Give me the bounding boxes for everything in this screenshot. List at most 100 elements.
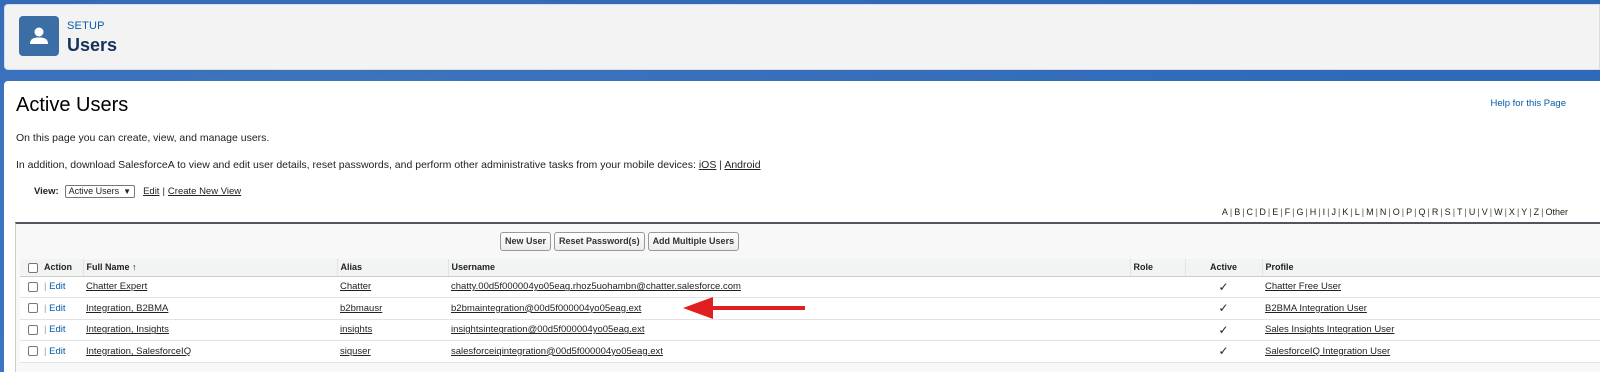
add-multiple-users-button[interactable]: Add Multiple Users — [647, 232, 740, 251]
edit-view-link[interactable]: Edit — [143, 186, 159, 197]
alphabet-letter-j[interactable]: J — [1332, 207, 1337, 217]
alphabet-letter-m[interactable]: M — [1366, 207, 1374, 217]
row-checkbox[interactable] — [28, 281, 38, 292]
full-name-link[interactable]: Integration, SalesforceIQ — [86, 346, 191, 357]
android-link[interactable]: Android — [724, 159, 760, 171]
alphabet-letter-other[interactable]: Other — [1545, 207, 1568, 217]
alphabet-letter-r[interactable]: R — [1432, 207, 1439, 217]
table-row: | Edit Integration, Insights insights insig… — [20, 319, 1600, 341]
alphabet-letter-d[interactable]: D — [1259, 207, 1266, 217]
list-buttons: New User Reset Password(s) Add Multiple … — [500, 232, 740, 251]
profile-link[interactable]: SalesforceIQ Integration User — [1265, 346, 1390, 357]
view-select[interactable]: Active Users ▼ — [64, 185, 136, 198]
table-row: | Edit Chatter Expert Chatter chatty.00d5f0… — [20, 276, 1600, 298]
view-row: View: Active Users ▼ Edit | Create New Vi… — [34, 185, 241, 198]
edit-link[interactable]: Edit — [49, 346, 65, 357]
select-all-checkbox[interactable] — [28, 262, 38, 273]
username-link[interactable]: b2bmaintegration@00d5f000004yo05eag.ext — [451, 303, 641, 314]
user-icon — [19, 16, 59, 56]
alphabet-separator: | — [1255, 207, 1258, 217]
full-name-link[interactable]: Chatter Expert — [86, 281, 147, 292]
username-link[interactable]: salesforceiqintegration@00d5f000004yo05e… — [451, 346, 663, 357]
create-view-link[interactable]: Create New View — [168, 186, 241, 197]
alphabet-separator: | — [1516, 207, 1520, 217]
username-link[interactable]: insightsintegration@00d5f000004yo05eag.e… — [451, 324, 644, 335]
alphabet-separator: | — [1477, 207, 1480, 217]
username-column-header[interactable]: Username — [447, 259, 1130, 277]
page-description: On this page you can create, view, and m… — [16, 132, 270, 144]
alphabet-letter-g[interactable]: G — [1296, 207, 1303, 217]
view-selected: Active Users — [68, 186, 120, 196]
edit-link[interactable]: Edit — [49, 303, 65, 314]
alphabet-letter-n[interactable]: N — [1380, 207, 1387, 217]
alphabet-letter-f[interactable]: F — [1285, 207, 1291, 217]
alphabet-separator: | — [1489, 207, 1493, 217]
reset-password-button[interactable]: Reset Password(s) — [554, 232, 645, 251]
alphabet-separator: | — [1229, 207, 1233, 217]
alphabet-letter-e[interactable]: E — [1272, 207, 1278, 217]
ios-link[interactable]: iOS — [699, 159, 717, 171]
table-row: | Edit Integration, SalesforceIQ siquser sa… — [20, 340, 1600, 363]
alphabet-letter-k[interactable]: K — [1342, 207, 1348, 217]
alphabet-letter-q[interactable]: Q — [1418, 207, 1425, 217]
role-cell — [1130, 319, 1185, 341]
profile-column-header[interactable]: Profile — [1261, 259, 1600, 277]
action-separator: | — [44, 302, 47, 314]
alphabet-letter-b[interactable]: B — [1234, 207, 1240, 217]
role-cell — [1130, 297, 1185, 320]
alphabet-letter-x[interactable]: X — [1509, 207, 1515, 217]
full-name-column-header[interactable]: Full Name ↑ — [82, 259, 337, 277]
role-cell — [1130, 276, 1185, 298]
alphabet-separator: | — [1440, 207, 1443, 217]
role-column-header[interactable]: Role — [1129, 259, 1185, 277]
alphabet-separator: | — [1361, 207, 1365, 217]
alphabet-letter-v[interactable]: V — [1482, 207, 1488, 217]
alias-column-header[interactable]: Alias — [336, 259, 448, 277]
alias-link[interactable]: Chatter — [340, 281, 371, 292]
profile-link[interactable]: Chatter Free User — [1265, 281, 1341, 292]
alphabet-letter-l[interactable]: L — [1355, 207, 1360, 217]
table-header-row: Action Full Name ↑ Alias Username Role A… — [20, 259, 1600, 277]
row-checkbox[interactable] — [28, 346, 38, 357]
alphabet-letter-z[interactable]: Z — [1534, 207, 1540, 217]
help-link[interactable]: Help for this Page — [1490, 98, 1566, 109]
alias-link[interactable]: insights — [340, 324, 372, 335]
setup-header: SETUP Users — [4, 4, 1600, 70]
edit-link[interactable]: Edit — [49, 281, 65, 292]
active-check-icon: ✓ — [1185, 319, 1262, 341]
edit-link[interactable]: Edit — [49, 324, 65, 335]
alphabet-separator: | — [1318, 207, 1321, 217]
action-separator: | — [44, 345, 47, 357]
alphabet-letter-o[interactable]: O — [1393, 207, 1400, 217]
profile-link[interactable]: B2BMA Integration User — [1265, 303, 1367, 314]
alphabet-letter-a[interactable]: A — [1222, 207, 1228, 217]
alphabet-letter-c[interactable]: C — [1247, 207, 1254, 217]
new-user-button[interactable]: New User — [500, 232, 552, 251]
alias-link[interactable]: b2bmausr — [340, 303, 382, 314]
full-name-link[interactable]: Integration, Insights — [86, 324, 169, 335]
username-link[interactable]: chatty.00d5f000004yo05eag.rhoz5uohambn@c… — [451, 281, 741, 292]
alphabet-letter-s[interactable]: S — [1445, 207, 1451, 217]
alphabet-filter: A | B | C | D | E | F | G | H | I | J | K | L | M | N | O | P | Q | R | S | T |… — [1222, 207, 1568, 217]
alphabet-letter-i[interactable]: I — [1323, 207, 1326, 217]
table-row: | Edit Integration, B2BMA b2bmausr b2bmaint… — [20, 297, 1600, 320]
alias-link[interactable]: siquser — [340, 346, 371, 357]
users-table: Action Full Name ↑ Alias Username Role A… — [20, 259, 1600, 363]
row-checkbox[interactable] — [28, 324, 38, 335]
mobile-description: In addition, download SalesforceA to vie… — [16, 159, 761, 171]
row-checkbox[interactable] — [28, 303, 38, 314]
full-name-link[interactable]: Integration, B2BMA — [86, 303, 168, 314]
alphabet-separator: | — [1504, 207, 1507, 217]
alphabet-letter-h[interactable]: H — [1310, 207, 1317, 217]
profile-link[interactable]: Sales Insights Integration User — [1265, 324, 1394, 335]
alphabet-separator: | — [1280, 207, 1283, 217]
role-cell — [1130, 340, 1185, 363]
alphabet-letter-u[interactable]: U — [1469, 207, 1476, 217]
alphabet-separator: | — [1541, 207, 1544, 217]
alphabet-letter-p[interactable]: P — [1406, 207, 1412, 217]
alphabet-letter-y[interactable]: Y — [1521, 207, 1527, 217]
alphabet-letter-t[interactable]: T — [1457, 207, 1463, 217]
alphabet-letter-w[interactable]: W — [1494, 207, 1503, 217]
setup-title: Users — [67, 35, 118, 55]
active-column-header[interactable]: Active — [1184, 259, 1262, 277]
